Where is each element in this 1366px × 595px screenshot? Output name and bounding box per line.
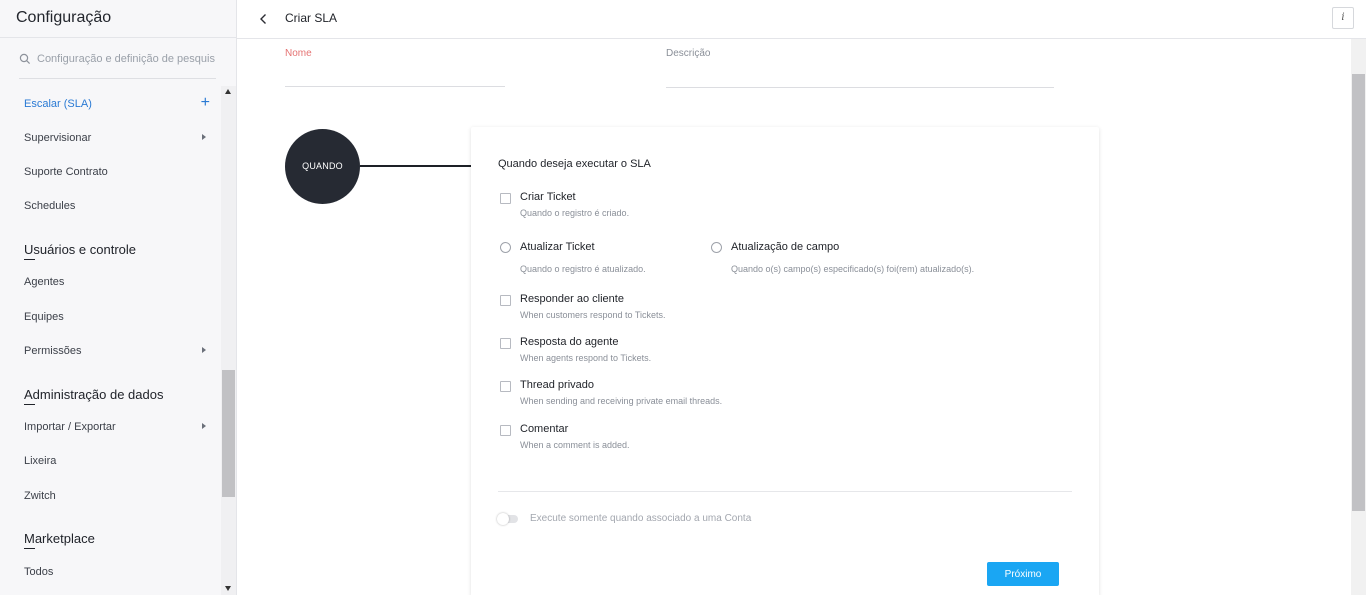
scroll-thumb[interactable] [1352,74,1365,511]
name-underline [285,86,505,87]
sidebar-item-label: Suporte Contrato [24,166,108,178]
card-divider [498,491,1072,492]
page-title: Criar SLA [285,11,338,25]
sidebar-item-supervisionar[interactable]: Supervisionar [24,130,214,146]
option-title: Responder ao cliente [520,293,624,305]
flow-connector [360,165,471,167]
option-description: When agents respond to Tickets. [520,353,652,363]
option-title: Atualização de campo [731,241,840,253]
card-heading: Quando deseja executar o SLA [498,158,651,170]
quando-node: QUANDO [285,129,360,204]
sidebar-section-label: Usuários e controle [24,242,136,257]
description-input[interactable] [666,64,1054,84]
sidebar-item-zwitch[interactable]: Zwitch [24,488,214,504]
scroll-up-icon[interactable] [225,89,231,94]
sidebar-section-label: Marketplace [24,531,95,546]
sidebar-item-escalar-sla[interactable]: Escalar (SLA) + [24,95,214,112]
sidebar: Configuração Escalar (SLA) + Supervision… [0,0,237,595]
next-button[interactable]: Próximo [987,562,1059,586]
sidebar-header: Configuração [0,0,236,38]
back-arrow-icon[interactable] [259,13,268,25]
option-title: Criar Ticket [520,191,576,203]
sidebar-item-importar-exportar[interactable]: Importar / Exportar [24,419,214,435]
sidebar-item-todos[interactable]: Todos [24,564,214,580]
sidebar-item-label: Schedules [24,200,76,212]
sidebar-section-marketplace: Marketplace [24,530,95,549]
sidebar-item-label: Importar / Exportar [24,421,116,433]
resposta-agente-checkbox[interactable] [500,338,511,349]
option-title: Comentar [520,423,569,435]
option-description: When customers respond to Tickets. [520,310,666,320]
section-underline [24,548,35,549]
info-button[interactable]: i [1332,7,1354,29]
option-description: Quando o registro é criado. [520,208,630,218]
sidebar-section-label: Administração de dados [24,387,164,402]
responder-cliente-checkbox[interactable] [500,295,511,306]
thread-privado-checkbox[interactable] [500,381,511,392]
atualizar-ticket-radio[interactable] [500,242,511,253]
sidebar-title: Configuração [16,9,112,26]
criar-ticket-checkbox[interactable] [500,193,511,204]
sidebar-item-equipes[interactable]: Equipes [24,309,214,325]
search-input[interactable] [37,50,215,68]
option-title: Resposta do agente [520,336,619,348]
toggle-knob [497,513,509,525]
sidebar-item-schedules[interactable]: Schedules [24,198,214,214]
sidebar-item-label: Supervisionar [24,132,92,144]
description-label: Descrição [666,48,711,59]
section-underline [24,404,35,405]
option-description: Quando o(s) campo(s) especificado(s) foi… [731,264,975,274]
option-title: Atualizar Ticket [520,241,595,253]
option-title: Thread privado [520,379,594,391]
sidebar-item-agentes[interactable]: Agentes [24,274,214,290]
comentar-checkbox[interactable] [500,425,511,436]
chevron-right-icon [202,347,206,353]
option-description: When sending and receiving private email… [520,396,723,406]
main-scrollbar[interactable] [1351,39,1366,595]
name-input[interactable] [285,64,505,84]
sidebar-item-label: Escalar (SLA) [24,98,92,110]
sidebar-item-label: Agentes [24,276,65,288]
sidebar-item-permissoes[interactable]: Permissões [24,343,214,359]
description-underline [666,87,1054,88]
sidebar-item-label: Zwitch [24,490,56,502]
atualizacao-campo-radio[interactable] [711,242,722,253]
section-underline [24,259,35,260]
name-label: Nome [285,48,312,59]
top-bar: Criar SLA i [237,0,1366,39]
chevron-right-icon [202,423,206,429]
option-description: Quando o registro é atualizado. [520,264,646,274]
sidebar-item-suporte-contrato[interactable]: Suporte Contrato [24,164,214,180]
option-description: When a comment is added. [520,440,630,450]
search-box[interactable] [19,47,216,79]
toggle-label: Execute somente quando associado a uma C… [530,513,752,524]
plus-icon[interactable]: + [201,95,210,111]
scroll-down-icon[interactable] [225,586,231,591]
sidebar-item-label: Permissões [24,345,82,357]
search-icon [19,53,31,65]
scroll-thumb[interactable] [222,370,235,497]
sidebar-section-administracao: Administração de dados [24,386,164,405]
sidebar-scrollbar[interactable] [221,86,236,595]
sidebar-section-usuarios: Usuários e controle [24,241,136,260]
chevron-right-icon [202,134,206,140]
sidebar-item-label: Lixeira [24,455,57,467]
sidebar-item-label: Equipes [24,311,64,323]
sidebar-item-label: Todos [24,566,54,578]
account-only-toggle[interactable] [497,513,518,525]
trigger-card: Quando deseja executar o SLA Criar Ticke… [471,127,1099,595]
sidebar-item-lixeira[interactable]: Lixeira [24,453,214,469]
